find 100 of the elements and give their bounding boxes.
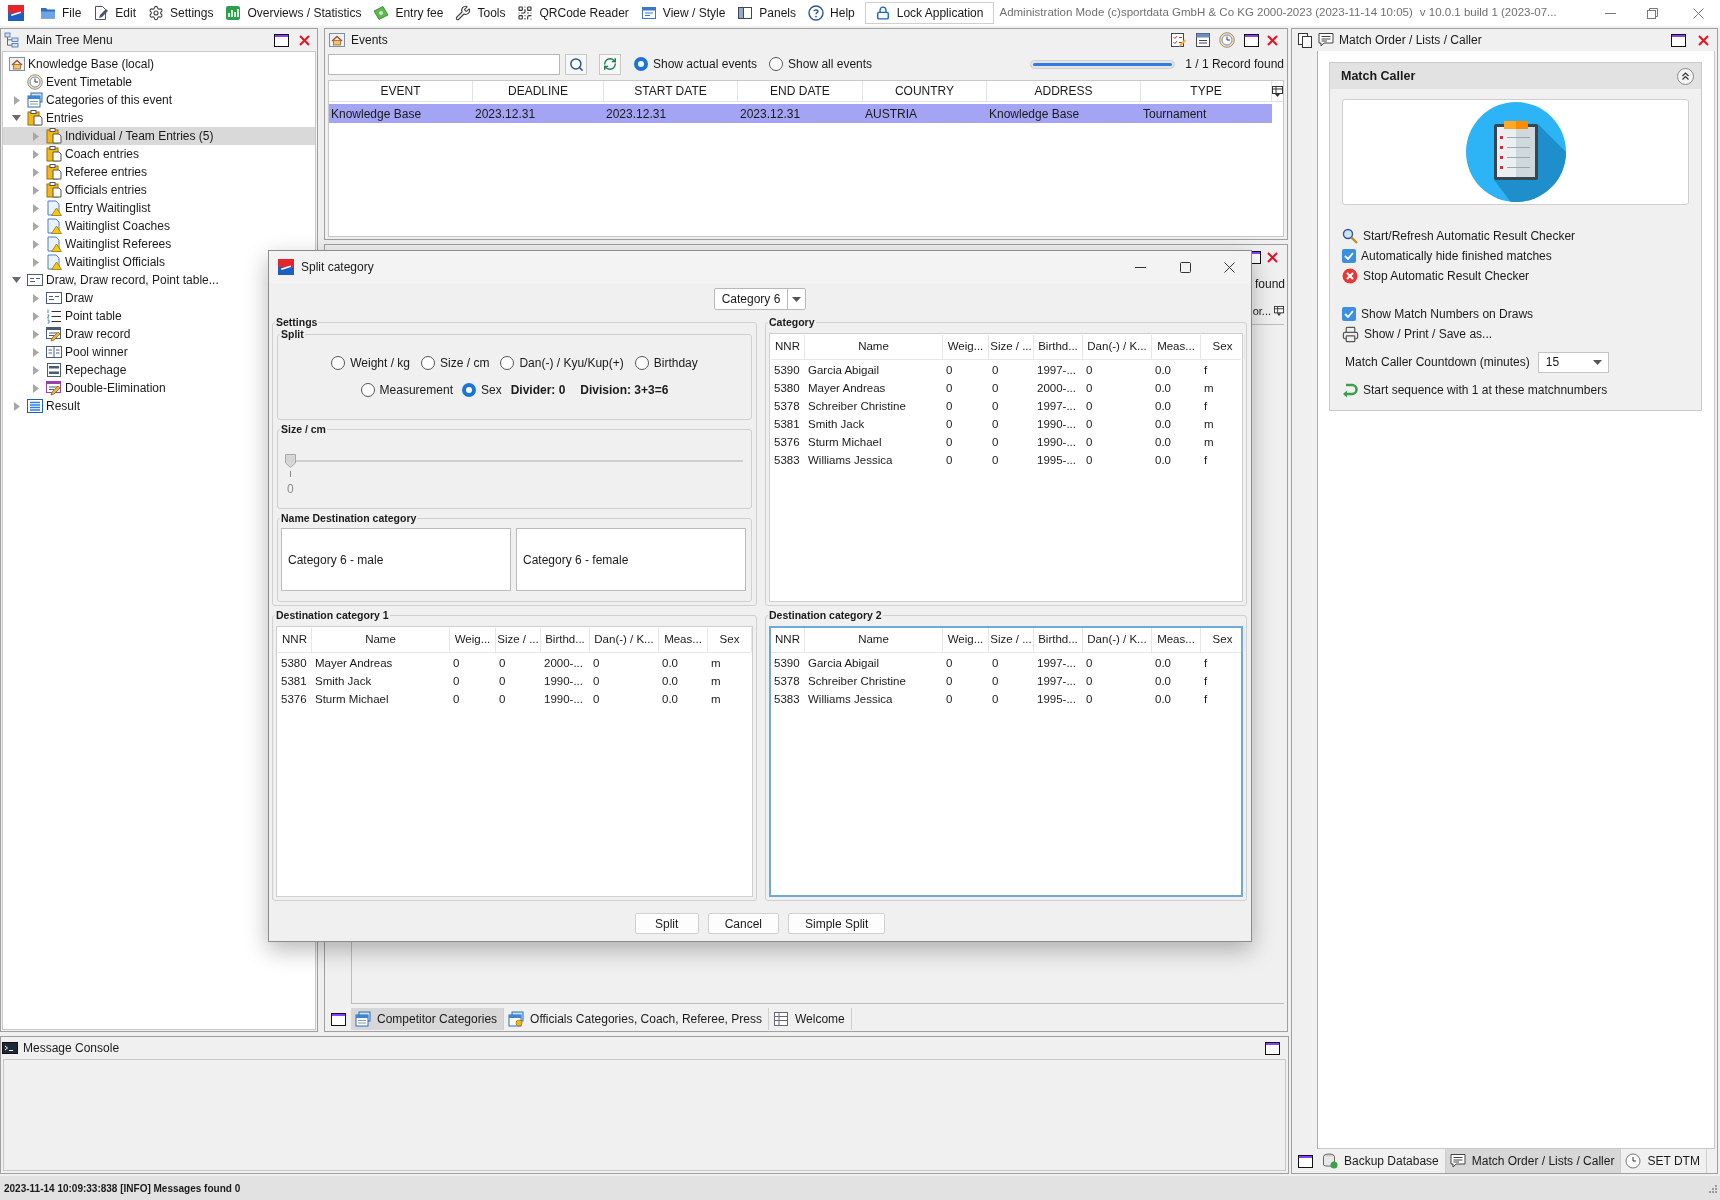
search-field[interactable] — [328, 53, 560, 75]
dialog-button[interactable]: Cancel — [707, 913, 779, 934]
table-row[interactable]: 5390 Garcia Abigail 0 0 1997-... 0 0.0 f — [771, 362, 1245, 380]
column-header[interactable]: Size / ... — [989, 628, 1034, 652]
column-header[interactable]: Name — [805, 335, 943, 359]
maximize-icon[interactable] — [1671, 33, 1686, 47]
tree-item[interactable]: Entry Waitinglist — [3, 199, 153, 217]
table-row[interactable]: 5383 Williams Jessica 0 0 1995-... 0 0.0 f — [771, 691, 1245, 709]
maximize-icon[interactable] — [330, 1012, 346, 1026]
checkbox-label[interactable]: Show Match Numbers on Draws — [1361, 305, 1534, 323]
column-header[interactable]: NNR — [771, 628, 805, 652]
document-icon[interactable] — [1195, 32, 1211, 48]
tree-item[interactable]: Referee entries — [3, 163, 150, 181]
column-header[interactable]: Size / ... — [496, 628, 541, 652]
column-header[interactable]: Meas... — [659, 628, 708, 652]
close-icon[interactable] — [1224, 261, 1235, 273]
tab[interactable]: Match Order / Lists / Caller — [1445, 1149, 1622, 1173]
checkbox-label[interactable]: Automatically hide finished matches — [1361, 247, 1552, 265]
column-header[interactable]: START DATE — [604, 81, 738, 101]
radio-label[interactable]: Sex — [480, 381, 502, 399]
countdown-select[interactable]: 15 — [1537, 351, 1609, 373]
tree-item[interactable]: Point table — [3, 307, 124, 325]
maximize-icon[interactable] — [1244, 33, 1259, 47]
radio-label[interactable]: Birthday — [653, 354, 698, 372]
menu-item[interactable]: Settings — [142, 1, 220, 25]
caret-right-icon[interactable] — [33, 185, 39, 195]
dialog-button[interactable]: Split — [634, 913, 699, 934]
column-header[interactable]: END DATE — [738, 81, 863, 101]
radio-label[interactable]: Size / cm — [440, 354, 490, 372]
radio-button[interactable] — [634, 356, 649, 370]
column-header[interactable]: or... — [1252, 302, 1271, 320]
column-header[interactable]: Meas... — [1152, 628, 1201, 652]
tree-item[interactable]: Draw — [3, 289, 95, 307]
radio-button[interactable] — [360, 383, 375, 397]
radio-button[interactable] — [769, 57, 784, 71]
radio-label[interactable]: Dan(-) / Kyu/Kup(+) — [519, 354, 624, 372]
checkbox[interactable] — [1342, 249, 1356, 263]
radio-button[interactable] — [421, 356, 436, 370]
column-header[interactable]: ADDRESS — [987, 81, 1141, 101]
table-row[interactable]: 5380 Mayer Andreas 0 0 2000-... 0 0.0 m — [278, 655, 752, 673]
action-link[interactable]: Stop Automatic Result Checker — [1363, 267, 1530, 285]
table-row[interactable]: 5378 Schreiber Christine 0 0 1997-... 0 0.0 f — [771, 398, 1245, 416]
caret-right-icon[interactable] — [33, 221, 39, 231]
tree-item[interactable]: Coach entries — [3, 145, 142, 163]
column-header[interactable]: Name — [312, 628, 450, 652]
tree-item[interactable]: Individual / Team Entries (5) — [3, 127, 315, 145]
checklist-icon[interactable] — [1170, 32, 1186, 48]
caret-right-icon[interactable] — [33, 383, 39, 393]
caret-right-icon[interactable] — [33, 329, 39, 339]
caret-right-icon[interactable] — [33, 203, 39, 213]
caret-right-icon[interactable] — [33, 365, 39, 375]
radio-label[interactable]: Show actual events — [653, 55, 758, 73]
table-row[interactable]: Knowledge Base 2023.12.31 2023.12.31 2023.12.31 AUSTRIA Knowledge Base Tournament — [329, 104, 1272, 123]
tree-item[interactable]: Entries — [3, 109, 86, 127]
table-row[interactable]: 5378 Schreiber Christine 0 0 1997-... 0 0.0 f — [771, 673, 1245, 691]
maximize-icon[interactable] — [1265, 1041, 1280, 1055]
checkbox[interactable] — [1342, 307, 1356, 321]
caret-right-icon[interactable] — [14, 401, 20, 411]
radio-label[interactable]: Weight / kg — [350, 354, 411, 372]
maximize-icon[interactable] — [274, 33, 289, 47]
tree-item[interactable]: Draw, Draw record, Point table... — [3, 271, 221, 289]
menu-item[interactable]: Panels — [731, 1, 803, 25]
column-header[interactable]: COUNTRY — [863, 81, 987, 101]
tree-item[interactable]: Double-Elimination — [3, 379, 168, 397]
radio-button[interactable] — [500, 356, 515, 370]
column-header[interactable]: NNR — [278, 628, 312, 652]
caret-right-icon[interactable] — [33, 257, 39, 267]
clock-icon[interactable] — [1219, 32, 1235, 48]
column-header[interactable]: Name — [805, 628, 943, 652]
caret-right-icon[interactable] — [33, 239, 39, 249]
name-field[interactable]: Category 6 - female — [516, 528, 746, 591]
tree-item[interactable]: Categories of this event — [3, 91, 175, 109]
column-header[interactable]: Meas... — [1152, 335, 1201, 359]
tab[interactable]: Competitor Categories — [351, 1008, 505, 1030]
tab[interactable]: Backup Database — [1318, 1149, 1446, 1173]
action-link[interactable]: Show / Print / Save as... — [1364, 325, 1493, 343]
lock-button[interactable]: Lock Application — [864, 2, 995, 24]
refresh-button[interactable] — [599, 53, 621, 75]
column-header[interactable]: EVENT — [329, 81, 473, 101]
menu-item[interactable]: View / Style — [634, 1, 732, 25]
column-header[interactable]: Sex — [1201, 335, 1245, 359]
columns-icon[interactable] — [1272, 85, 1283, 97]
tree-item[interactable]: Waitinglist Coaches — [3, 217, 172, 235]
tree-item[interactable]: Draw record — [3, 325, 133, 343]
tree-item[interactable]: Waitinglist Officials — [3, 253, 168, 271]
table-row[interactable]: 5381 Smith Jack 0 0 1990-... 0 0.0 m — [278, 673, 752, 691]
menu-item[interactable]: Tools — [449, 1, 512, 25]
tree-item[interactable]: Officials entries — [3, 181, 149, 199]
column-header[interactable]: Dan(-) / K... — [1083, 335, 1152, 359]
tree-item[interactable]: Waitinglist Referees — [3, 235, 174, 253]
tree-item[interactable]: Repechage — [3, 361, 129, 379]
caret-right-icon[interactable] — [33, 293, 39, 303]
caret-right-icon[interactable] — [33, 311, 39, 321]
search-button[interactable] — [565, 53, 587, 75]
column-header[interactable]: Sex — [1201, 628, 1245, 652]
collapse-icon[interactable] — [1677, 67, 1694, 85]
caret-down-icon[interactable] — [12, 277, 21, 283]
column-header[interactable]: Dan(-) / K... — [590, 628, 659, 652]
column-header[interactable]: Birthd... — [1034, 335, 1083, 359]
caret-icon[interactable] — [792, 296, 802, 302]
